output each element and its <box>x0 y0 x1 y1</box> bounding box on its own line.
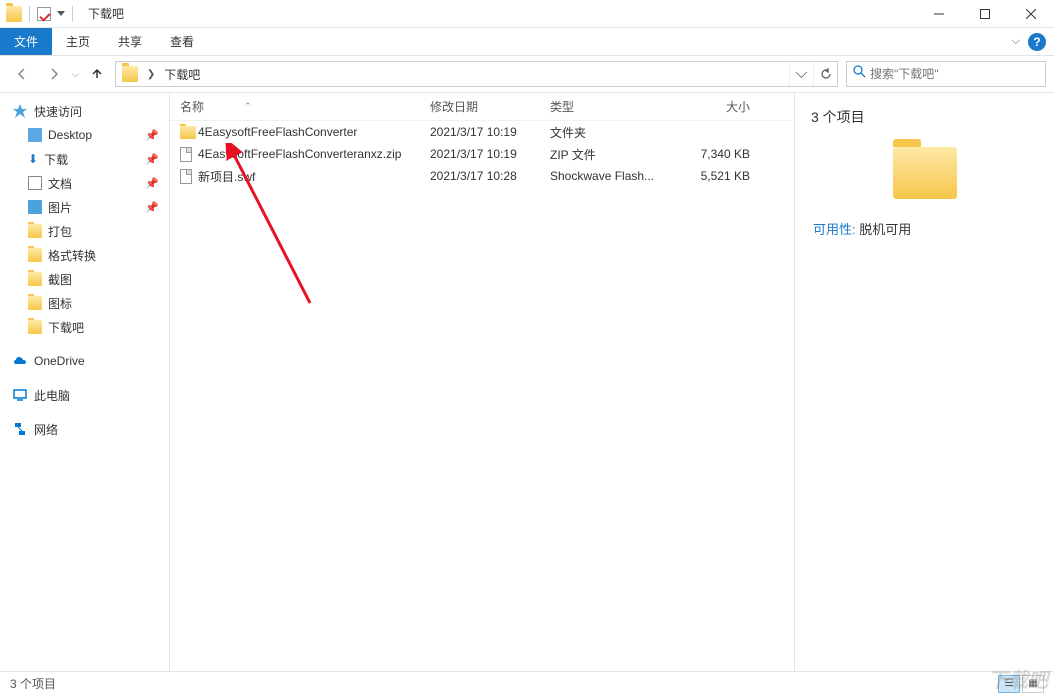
nav-onedrive[interactable]: OneDrive <box>0 349 169 373</box>
status-bar: 3 个项目 ☰ ▦ <box>0 671 1054 695</box>
search-input[interactable] <box>870 67 1039 81</box>
title-bar: 下载吧 <box>0 0 1054 28</box>
file-row[interactable]: 新项目.swf2021/3/17 10:28Shockwave Flash...… <box>170 165 794 187</box>
up-button[interactable] <box>83 60 111 88</box>
file-size: 5,521 KB <box>680 169 770 183</box>
preview-pane: 3 个项目 可用性: 脱机可用 <box>794 93 1054 671</box>
nav-network[interactable]: 网络 <box>0 417 169 441</box>
minimize-button[interactable] <box>916 0 962 28</box>
picture-icon <box>28 200 42 214</box>
download-icon: ⬇ <box>28 152 38 166</box>
file-type: ZIP 文件 <box>550 146 680 163</box>
nav-thispc[interactable]: 此电脑 <box>0 383 169 407</box>
column-headers: 名称⌃ 修改日期 类型 大小 <box>170 93 794 121</box>
view-tab[interactable]: 查看 <box>156 28 208 55</box>
folder-icon <box>28 272 42 286</box>
status-text: 3 个项目 <box>10 675 56 692</box>
nav-jietu[interactable]: 截图 <box>0 267 169 291</box>
file-date: 2021/3/17 10:19 <box>430 147 550 161</box>
pin-icon: 📌 <box>145 201 159 214</box>
nav-pictures[interactable]: 图片📌 <box>0 195 169 219</box>
pc-icon <box>12 387 28 403</box>
watermark-text: 下载吧 <box>988 664 1048 693</box>
breadcrumb-separator-icon[interactable]: ❯ <box>144 69 158 80</box>
share-tab[interactable]: 共享 <box>104 28 156 55</box>
file-row[interactable]: 4EasysoftFreeFlashConverter2021/3/17 10:… <box>170 121 794 143</box>
column-name[interactable]: 名称⌃ <box>180 98 430 115</box>
sort-indicator-icon: ⌃ <box>244 101 252 112</box>
home-tab[interactable]: 主页 <box>52 28 104 55</box>
back-button[interactable] <box>8 60 36 88</box>
file-name: 4EasysoftFreeFlashConverteranxz.zip <box>198 147 430 161</box>
nav-dabao[interactable]: 打包 <box>0 219 169 243</box>
ribbon-expand-icon[interactable]: ⌵ <box>1012 35 1020 48</box>
forward-button[interactable] <box>40 60 68 88</box>
preview-availability: 可用性: 脱机可用 <box>813 219 1038 238</box>
document-icon <box>28 176 42 190</box>
folder-icon <box>28 320 42 334</box>
file-date: 2021/3/17 10:19 <box>430 125 550 139</box>
file-type: Shockwave Flash... <box>550 169 680 183</box>
close-button[interactable] <box>1008 0 1054 28</box>
star-icon <box>12 103 28 119</box>
onedrive-icon <box>12 353 28 369</box>
quick-access[interactable]: 快速访问 <box>0 99 169 123</box>
nav-geshi[interactable]: 格式转换 <box>0 243 169 267</box>
breadcrumb-segment[interactable]: 下载吧 <box>158 62 206 86</box>
nav-documents[interactable]: 文档📌 <box>0 171 169 195</box>
ribbon: 文件 主页 共享 查看 ⌵ ? <box>0 28 1054 56</box>
file-name: 4EasysoftFreeFlashConverter <box>198 125 430 139</box>
column-type[interactable]: 类型 <box>550 98 680 115</box>
network-icon <box>12 421 28 437</box>
file-date: 2021/3/17 10:28 <box>430 169 550 183</box>
pin-icon: 📌 <box>145 129 159 142</box>
qat-dropdown-icon[interactable] <box>57 11 65 16</box>
recent-dropdown-icon[interactable]: ⌵ <box>72 69 79 80</box>
file-name: 新项目.swf <box>198 168 430 185</box>
folder-icon <box>28 248 42 262</box>
address-folder-icon <box>122 66 138 82</box>
column-date[interactable]: 修改日期 <box>430 98 550 115</box>
qat-checkbox-icon[interactable] <box>37 7 51 21</box>
folder-icon <box>28 296 42 310</box>
pin-icon: 📌 <box>145 153 159 166</box>
file-tab[interactable]: 文件 <box>0 28 52 55</box>
nav-desktop[interactable]: Desktop📌 <box>0 123 169 147</box>
navigation-pane[interactable]: 快速访问 Desktop📌 ⬇下载📌 文档📌 图片📌 打包 格式转换 截图 图标… <box>0 93 170 671</box>
column-size[interactable]: 大小 <box>680 98 770 115</box>
nav-tubiao[interactable]: 图标 <box>0 291 169 315</box>
address-bar[interactable]: ❯ 下载吧 ⌵ <box>115 61 838 87</box>
file-list-area[interactable]: 名称⌃ 修改日期 类型 大小 4EasysoftFreeFlashConvert… <box>170 93 794 671</box>
navigation-bar: ⌵ ❯ 下载吧 ⌵ <box>0 56 1054 92</box>
window-folder-icon <box>6 6 22 22</box>
file-type: 文件夹 <box>550 124 680 141</box>
nav-downloads[interactable]: ⬇下载📌 <box>0 147 169 171</box>
window-title: 下载吧 <box>88 5 124 22</box>
preview-folder-icon <box>893 147 957 199</box>
help-button[interactable]: ? <box>1028 33 1046 51</box>
file-icon <box>180 147 198 162</box>
refresh-button[interactable] <box>813 62 837 86</box>
desktop-icon <box>28 128 42 142</box>
search-box[interactable] <box>846 61 1046 87</box>
file-size: 7,340 KB <box>680 147 770 161</box>
file-row[interactable]: 4EasysoftFreeFlashConverteranxz.zip2021/… <box>170 143 794 165</box>
preview-count: 3 个项目 <box>811 107 1038 127</box>
nav-xiazaiba[interactable]: 下载吧 <box>0 315 169 339</box>
address-dropdown-button[interactable]: ⌵ <box>789 62 813 86</box>
search-icon <box>853 65 866 83</box>
folder-icon <box>28 224 42 238</box>
pin-icon: 📌 <box>145 177 159 190</box>
maximize-button[interactable] <box>962 0 1008 28</box>
file-icon <box>180 169 198 184</box>
folder-icon <box>180 126 198 139</box>
